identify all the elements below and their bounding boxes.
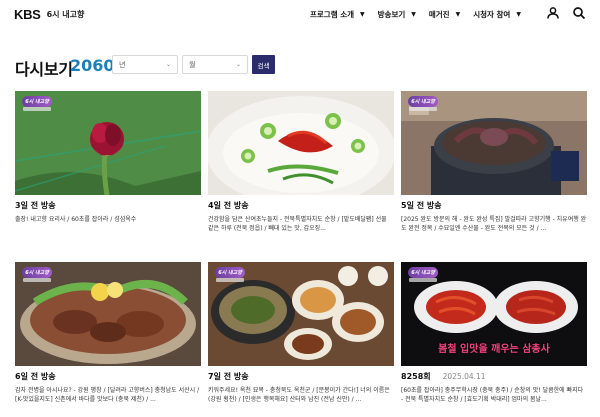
- episode-title: 3일 전 방송: [15, 201, 56, 210]
- program-badge: 6시 내고향: [22, 267, 52, 278]
- episode-thumbnail[interactable]: 6시 내고향: [401, 91, 587, 195]
- search-icon[interactable]: [572, 6, 586, 20]
- nav-label: 방송보기: [377, 10, 406, 19]
- nav-program-intro[interactable]: 프로그램 소개 ▼: [310, 9, 365, 20]
- episode-card[interactable]: 4일 전 방송 건강함을 담은 산여초누들지 - 전북특별자치도 순창 / [밭…: [208, 91, 394, 233]
- episode-thumbnail[interactable]: [208, 91, 394, 195]
- program-name: 6시 내고향: [46, 10, 85, 19]
- episode-label: 6일 전 방송: [15, 371, 201, 382]
- chevron-down-icon: ▼: [360, 11, 365, 18]
- nav-label: 시청자 참여: [473, 10, 511, 19]
- year-select[interactable]: 년 ⌄: [112, 55, 178, 74]
- episode-card[interactable]: 6시 내고향 3일 전 방송 출장! 내고향 요리사 / 60초를 잡아라 / …: [15, 91, 201, 233]
- episode-description: 출장! 내고향 요리사 / 60초를 잡아라 / 섬섬옥수: [15, 216, 137, 223]
- program-badge: 6시 내고향: [408, 267, 438, 278]
- episode-thumbnail[interactable]: 6시 내고향: [15, 262, 201, 366]
- badge-subline: [23, 278, 51, 282]
- episode-card[interactable]: 6시 내고향 7일 전 방송 키워주세요! 옥천 묘목 - 충청북도 옥천군 /…: [208, 262, 394, 404]
- thumbnail-caption: 봄철 입맛을 깨우는 삼총사: [438, 344, 550, 355]
- program-badge: 6시 내고향: [22, 96, 52, 107]
- badge-subline: [409, 278, 437, 282]
- program-badge: 6시 내고향: [408, 96, 438, 107]
- nav-watch[interactable]: 방송보기 ▼: [378, 9, 416, 20]
- episode-label: 5일 전 방송: [401, 200, 587, 211]
- episode-description: 감자 전병을 아시나요? - 강원 평창 / [달려라 고향버스] 충청남도 서…: [15, 387, 200, 403]
- brand-logo: KBS: [14, 7, 41, 22]
- episode-card[interactable]: 6시 내고향 6일 전 방송 감자 전병을 아시나요? - 강원 평창 / [달…: [15, 262, 201, 404]
- nav-label: 매거진: [428, 10, 450, 19]
- badge-subline: [216, 278, 244, 282]
- main-nav: 프로그램 소개 ▼ 방송보기 ▼ 매거진 ▼ 시청자 참여 ▼: [310, 9, 521, 20]
- year-select-value: 년: [119, 60, 126, 69]
- search-button[interactable]: 검색: [252, 55, 275, 74]
- episode-date: 2025.04.11: [442, 372, 486, 381]
- chevron-down-icon: ▼: [516, 11, 521, 18]
- user-icon[interactable]: [546, 6, 560, 20]
- episode-label: 4일 전 방송: [208, 200, 394, 211]
- episode-description: 건강함을 담은 산여초누들지 - 전북특별자치도 순창 / [밭도배달팸] 선물…: [208, 216, 387, 232]
- badge-subline: [23, 107, 51, 111]
- nav-label: 프로그램 소개: [310, 10, 355, 19]
- soup-image: [208, 91, 394, 195]
- episode-thumbnail[interactable]: 6시 내고향 봄철 입맛을 깨우는 삼총사: [401, 262, 587, 366]
- page-title: 다시보기: [15, 60, 73, 79]
- episode-label: 3일 전 방송: [15, 200, 201, 211]
- episode-title: 6일 전 방송: [15, 372, 56, 381]
- episode-card[interactable]: 6시 내고향 봄철 입맛을 깨우는 삼총사 8258회 2025.04.11 [6…: [401, 262, 587, 404]
- logo[interactable]: KBS 6시 내고향: [14, 7, 84, 22]
- badge-subline: [409, 107, 437, 111]
- program-badge: 6시 내고향: [215, 267, 245, 278]
- chevron-down-icon: ⌄: [235, 61, 241, 68]
- nav-magazine[interactable]: 매거진 ▼: [429, 9, 460, 20]
- episode-title: 5일 전 방송: [401, 201, 442, 210]
- month-select[interactable]: 월 ⌄: [182, 55, 248, 74]
- episode-card[interactable]: 6시 내고향 5일 전 방송 [2025 완도 방문의 해 - 완도 완성 특집…: [401, 91, 587, 233]
- episode-title: 8258회: [401, 372, 431, 381]
- episode-description: [2025 완도 방문의 해 - 완도 완성 특집] 발걸따라 고향기행 - 치…: [401, 216, 587, 232]
- episode-label: 7일 전 방송: [208, 371, 394, 382]
- episode-count: 2060: [70, 56, 115, 75]
- episode-label: 8258회 2025.04.11: [401, 371, 587, 382]
- chevron-down-icon: ▼: [411, 11, 416, 18]
- nav-viewer[interactable]: 시청자 참여 ▼: [473, 9, 521, 20]
- episode-thumbnail[interactable]: 6시 내고향: [15, 91, 201, 195]
- episode-thumbnail[interactable]: 6시 내고향: [208, 262, 394, 366]
- chevron-down-icon: ▼: [455, 11, 461, 18]
- chevron-down-icon: ⌄: [165, 61, 171, 68]
- episode-title: 4일 전 방송: [208, 201, 249, 210]
- episode-title: 7일 전 방송: [208, 372, 249, 381]
- month-select-value: 월: [189, 60, 196, 69]
- episode-description: 키워주세요! 옥천 묘목 - 충청북도 옥천군 / [분봉이가 간다!] 너의 …: [208, 387, 390, 403]
- episode-description: [60초를 잡아라] 충주무학시장 (충북 충주) / 순창의 맛! 달콤한에 …: [401, 387, 584, 403]
- site-header: KBS 6시 내고향 프로그램 소개 ▼ 방송보기 ▼ 매거진 ▼ 시청자 참여 ▼: [0, 0, 600, 30]
